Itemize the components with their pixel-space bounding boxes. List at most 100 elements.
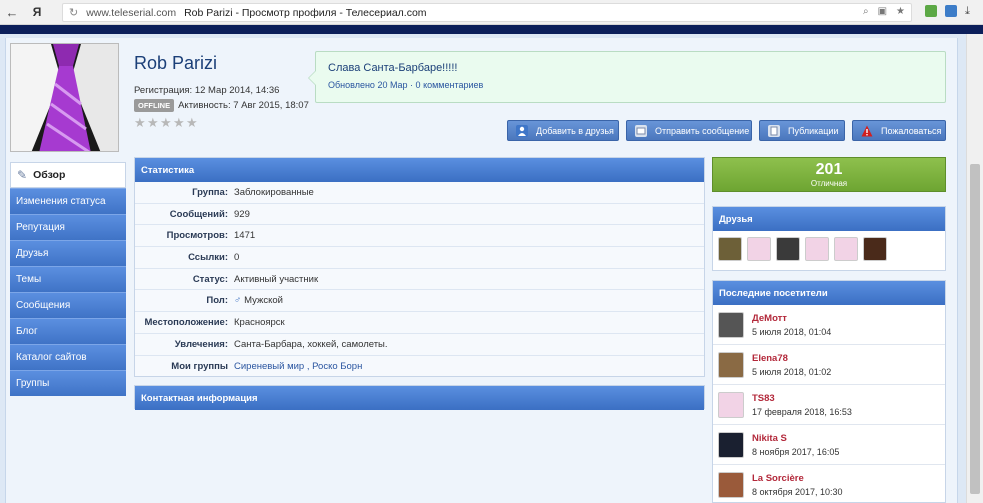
nav-item-reputation[interactable]: Репутация: [10, 214, 126, 240]
visitor-item[interactable]: La Sorcière 8 октября 2017, 10:30: [713, 465, 945, 502]
visit-date: 8 ноября 2017, 16:05: [752, 446, 840, 457]
visitor-name[interactable]: Elena78: [752, 353, 831, 364]
stat-label: Пол:: [206, 295, 228, 307]
stat-row-groups: Мои группы Сиреневый мир , Роско Борн: [135, 356, 704, 378]
visitor-item[interactable]: Nikita S 8 ноября 2017, 16:05: [713, 425, 945, 465]
stat-value: Активный участник: [234, 273, 319, 285]
star-icon[interactable]: ★: [147, 116, 159, 129]
stat-row-group: Группа: Заблокированные: [135, 182, 704, 204]
visitor-avatar[interactable]: [718, 391, 744, 418]
status-text: Слава Санта-Барбаре!!!!!: [328, 62, 458, 74]
stat-row-links: Ссылки: 0: [135, 247, 704, 269]
friend-avatar[interactable]: [747, 237, 771, 261]
visitor-avatar[interactable]: [718, 351, 744, 378]
publications-button[interactable]: Публикации: [759, 120, 845, 141]
visitor-item[interactable]: TS83 17 февраля 2018, 16:53: [713, 385, 945, 425]
visit-date: 8 октября 2017, 10:30: [752, 486, 843, 497]
friend-avatar[interactable]: [718, 237, 742, 261]
reload-icon[interactable]: ↻: [69, 6, 78, 19]
report-label: Пожаловаться: [881, 125, 942, 136]
extension-icon[interactable]: ▣: [878, 6, 887, 17]
star-icon[interactable]: ★: [186, 116, 198, 129]
recent-visitors-header: Последние посетители: [713, 281, 945, 305]
contact-info-panel: Контактная информация: [134, 385, 705, 410]
url-domain: www.teleserial.com: [86, 6, 177, 19]
visitor-name[interactable]: ДеМотт: [752, 313, 831, 324]
nav-item-topics[interactable]: Темы: [10, 266, 126, 292]
nav-item-blog[interactable]: Блог: [10, 318, 126, 344]
stat-row-status: Статус: Активный участник: [135, 269, 704, 291]
friend-avatar[interactable]: [805, 237, 829, 261]
nav-item-overview[interactable]: ✎ Обзор: [10, 162, 126, 188]
nav-item-friends[interactable]: Друзья: [10, 240, 126, 266]
visitor-name[interactable]: Nikita S: [752, 433, 839, 444]
visitor-list: ДеМотт 5 июля 2018, 01:04 Elena78 5 июля 20…: [713, 305, 945, 502]
nav-item-site-catalog[interactable]: Каталог сайтов: [10, 344, 126, 370]
friend-avatar[interactable]: [834, 237, 858, 261]
stat-row-location: Местоположение: Красноярск: [135, 312, 704, 334]
stat-value: 929: [234, 208, 250, 220]
publications-icon: [768, 124, 780, 137]
stat-label: Просмотров:: [166, 230, 228, 242]
stat-value: 0: [234, 251, 240, 263]
scrollbar[interactable]: [966, 34, 983, 503]
stat-label: Мои группы: [171, 360, 228, 372]
rating-stars[interactable]: ★ ★ ★ ★ ★: [134, 116, 198, 129]
publications-label: Публикации: [788, 125, 839, 136]
bubble-arrow: [308, 70, 316, 86]
report-button[interactable]: Пожаловаться: [852, 120, 946, 141]
download-icon[interactable]: ⤓: [965, 5, 970, 18]
stat-row-views: Просмотров: 1471: [135, 225, 704, 248]
nav-item-status-changes[interactable]: Изменения статуса: [10, 188, 126, 214]
star-icon[interactable]: ★: [173, 116, 185, 129]
scroll-thumb[interactable]: [970, 164, 980, 494]
visitor-name[interactable]: La Sorcière: [752, 473, 843, 484]
last-activity: Активность: 7 Авг 2015, 18:07: [178, 100, 309, 111]
activity-line: OFFLINE Активность: 7 Авг 2015, 18:07: [134, 99, 309, 112]
nav-item-groups[interactable]: Группы: [10, 370, 126, 396]
my-groups-links[interactable]: Сиреневый мир , Роско Борн: [234, 361, 362, 372]
visitor-name[interactable]: TS83: [752, 393, 852, 404]
send-message-label: Отправить сообщение: [655, 125, 750, 136]
star-icon[interactable]: ★: [160, 116, 172, 129]
stat-label: Сообщений:: [169, 208, 228, 220]
gender-value: Мужской: [244, 295, 283, 307]
avatar: [10, 43, 119, 152]
status-meta[interactable]: Обновлено 20 Мар · 0 комментариев: [328, 80, 483, 90]
statistics-header: Статистика: [135, 158, 704, 182]
registration-date: Регистрация: 12 Мар 2014, 14:36: [134, 85, 280, 96]
friend-avatar[interactable]: [776, 237, 800, 261]
send-message-button[interactable]: Отправить сообщение: [626, 120, 752, 141]
stat-label: Группа:: [192, 186, 228, 198]
visitor-item[interactable]: ДеМотт 5 июля 2018, 01:04: [713, 305, 945, 345]
stat-value: Красноярск: [234, 316, 285, 328]
star-icon[interactable]: ★: [134, 116, 146, 129]
extension-blue-icon[interactable]: [945, 5, 957, 17]
reputation-label: Отличная: [810, 179, 848, 188]
yandex-icon[interactable]: Я: [24, 5, 50, 19]
nav-item-messages[interactable]: Сообщения: [10, 292, 126, 318]
add-friend-icon: [516, 124, 528, 137]
stat-row-hobbies: Увлечения: Санта-Барбара, хоккей, самолет…: [135, 334, 704, 356]
visitor-avatar[interactable]: [718, 471, 744, 498]
visitor-item[interactable]: Elena78 5 июля 2018, 01:02: [713, 345, 945, 385]
address-bar[interactable]: ↻ www.teleserial.com Rob Parizi - Просмо…: [62, 3, 912, 22]
stat-value: ♂ Мужской: [234, 295, 283, 306]
visit-date: 17 февраля 2018, 16:53: [752, 406, 852, 417]
search-icon[interactable]: ⌕: [863, 6, 869, 17]
add-friend-button[interactable]: Добавить в друзья: [507, 120, 619, 141]
status-bubble: Слава Санта-Барбаре!!!!! Обновлено 20 Ма…: [308, 51, 946, 103]
visitor-avatar[interactable]: [718, 311, 744, 338]
recent-visitors-panel: Последние посетители ДеМотт 5 июля 2018, …: [712, 280, 946, 503]
friend-avatar[interactable]: [863, 237, 887, 261]
visitor-avatar[interactable]: [718, 431, 744, 458]
stat-value: Заблокированные: [234, 186, 314, 198]
back-icon[interactable]: ←: [0, 5, 24, 20]
browser-toolbar: ← Я ↻ www.teleserial.com Rob Parizi - Пр…: [0, 0, 983, 25]
contact-info-header[interactable]: Контактная информация: [135, 386, 704, 410]
extension-green-icon[interactable]: [925, 5, 937, 17]
site-header-strip: [0, 25, 983, 34]
add-friend-label: Добавить в друзья: [536, 125, 614, 136]
star-icon[interactable]: ★: [896, 6, 905, 17]
reputation-value: 201: [815, 161, 843, 178]
